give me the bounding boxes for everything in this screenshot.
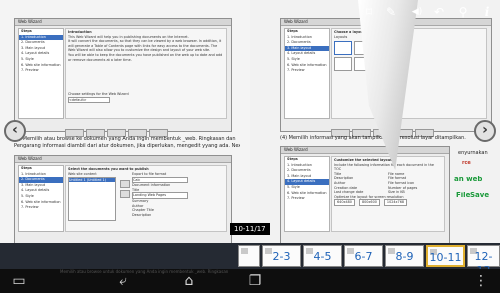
- thumbnail-strip: 2-3 4-5 6-7 8-9 10-11 12-13: [0, 243, 500, 277]
- web-wizard-documents-dialog: Web Wizard Steps 1. Introduction 2. Docu…: [14, 155, 232, 245]
- dialog-content: Customize the selected layout Include th…: [331, 156, 445, 232]
- dialog-subheading: Include the following information for ea…: [334, 162, 434, 172]
- dialog-content: Select the documents you want to publish…: [65, 165, 227, 232]
- doc-title-field: Landing Web Pages: [132, 192, 188, 199]
- thumbnail-page[interactable]: 2-3: [262, 245, 301, 267]
- left-page: Web Wizard Steps 1. Introduction 2. Docu…: [0, 0, 250, 245]
- web-wizard-intro-dialog: Web Wizard Steps 1. Introduction 2. Docu…: [14, 18, 232, 137]
- wizard-steps-list: Steps 1. Introduction 2. Documents 3. Ma…: [284, 156, 330, 232]
- undo-icon[interactable]: ↶: [432, 5, 446, 19]
- overflow-icon[interactable]: ⋮: [468, 272, 494, 290]
- thumbnail-label: 10-11: [429, 251, 462, 264]
- dialog-title: Web Wizard: [281, 147, 449, 154]
- margin-note: rce: [462, 160, 471, 166]
- system-navigation-bar: Memilih atau browse untuk dokumen yang A…: [0, 269, 500, 293]
- thumbnail-label: 2-3: [272, 250, 291, 263]
- dialog-content: Introduction This Web Wizard will help y…: [65, 28, 227, 119]
- settings-select: <default>: [68, 96, 110, 104]
- search-icon[interactable]: ⚲: [456, 5, 470, 19]
- dialog-title: Web Wizard: [15, 156, 231, 163]
- table-row: Description: [132, 212, 152, 217]
- document-list: Untitled 1 (Untitled 1): [68, 176, 116, 221]
- step-item: 7. Preview: [287, 68, 305, 73]
- dialog-buttons: [65, 122, 227, 137]
- resolution-option: 800x600: [358, 199, 380, 206]
- thumbnail-page[interactable]: 4-5: [303, 245, 342, 267]
- thumbnail-label: 4-5: [313, 250, 332, 263]
- margin-note: an web: [454, 176, 483, 183]
- thumbnail-page-current[interactable]: 10-11: [426, 245, 465, 267]
- export-select: Calc: [132, 176, 188, 184]
- chevron-right-icon: ›: [482, 122, 488, 138]
- caption-line: Pengarang informasi diambil dari atur do…: [14, 143, 240, 149]
- intro-text: You will be able to keep the documents y…: [68, 52, 223, 57]
- wizard-steps-list: Steps 1. Introduction 2. Documents 3. Ma…: [284, 28, 330, 119]
- resolution-option: 640x480: [334, 199, 355, 206]
- step-item: 7. Preview: [21, 205, 39, 210]
- info-icon[interactable]: i: [480, 5, 494, 19]
- back-icon[interactable]: ⤶: [110, 272, 136, 290]
- thumbnail-page[interactable]: 8-9: [385, 245, 424, 267]
- step-item: 7. Preview: [21, 68, 39, 73]
- thumbnail-label: 6-7: [354, 250, 373, 263]
- chevron-left-icon: ‹: [12, 122, 18, 138]
- next-page-button[interactable]: ›: [474, 120, 496, 142]
- dialog-heading: Select the documents you want to publish: [68, 167, 149, 171]
- thumbnail-page[interactable]: 12-13: [467, 245, 500, 277]
- home-icon[interactable]: ⌂: [176, 272, 202, 290]
- caption-line: (2) Memilih atau browse ke dokumen yang …: [14, 136, 236, 142]
- web-wizard-customize-dialog: Web Wizard Steps 1. Introduction 2. Docu…: [280, 146, 450, 245]
- settings-label: Choose settings for the Web Wizard: [68, 92, 129, 97]
- wizard-steps-list: Steps 1. Introduction 2. Documents 3. Ma…: [18, 28, 64, 119]
- thumbnail-cover[interactable]: [238, 245, 260, 267]
- list-item: Untitled 1 (Untitled 1): [69, 177, 115, 183]
- thumbnail-label: 8-9: [395, 250, 414, 263]
- margin-note: File: [456, 192, 471, 199]
- step-item: 7. Preview: [287, 196, 305, 201]
- bookmark-list-icon[interactable]: ⌑: [362, 5, 376, 19]
- page-number-badge: 10-11/17: [230, 223, 270, 235]
- menu-icon[interactable]: ▭: [6, 272, 32, 290]
- margin-note: enyurnakan: [458, 150, 488, 156]
- dialog-buttons: [331, 122, 487, 137]
- recent-apps-icon[interactable]: ❐: [242, 272, 268, 290]
- marker-icon[interactable]: ✎: [384, 5, 398, 19]
- resolution-option: 1024x768: [383, 199, 408, 206]
- previous-page-button[interactable]: ‹: [4, 120, 26, 142]
- margin-note: Save: [470, 192, 490, 199]
- volume-icon[interactable]: ◀): [410, 5, 424, 19]
- thumbnail-page[interactable]: 6-7: [344, 245, 383, 267]
- dialog-title: Web Wizard: [15, 19, 231, 26]
- wizard-steps-list: Steps 1. Introduction 2. Documents 3. Ma…: [18, 165, 64, 232]
